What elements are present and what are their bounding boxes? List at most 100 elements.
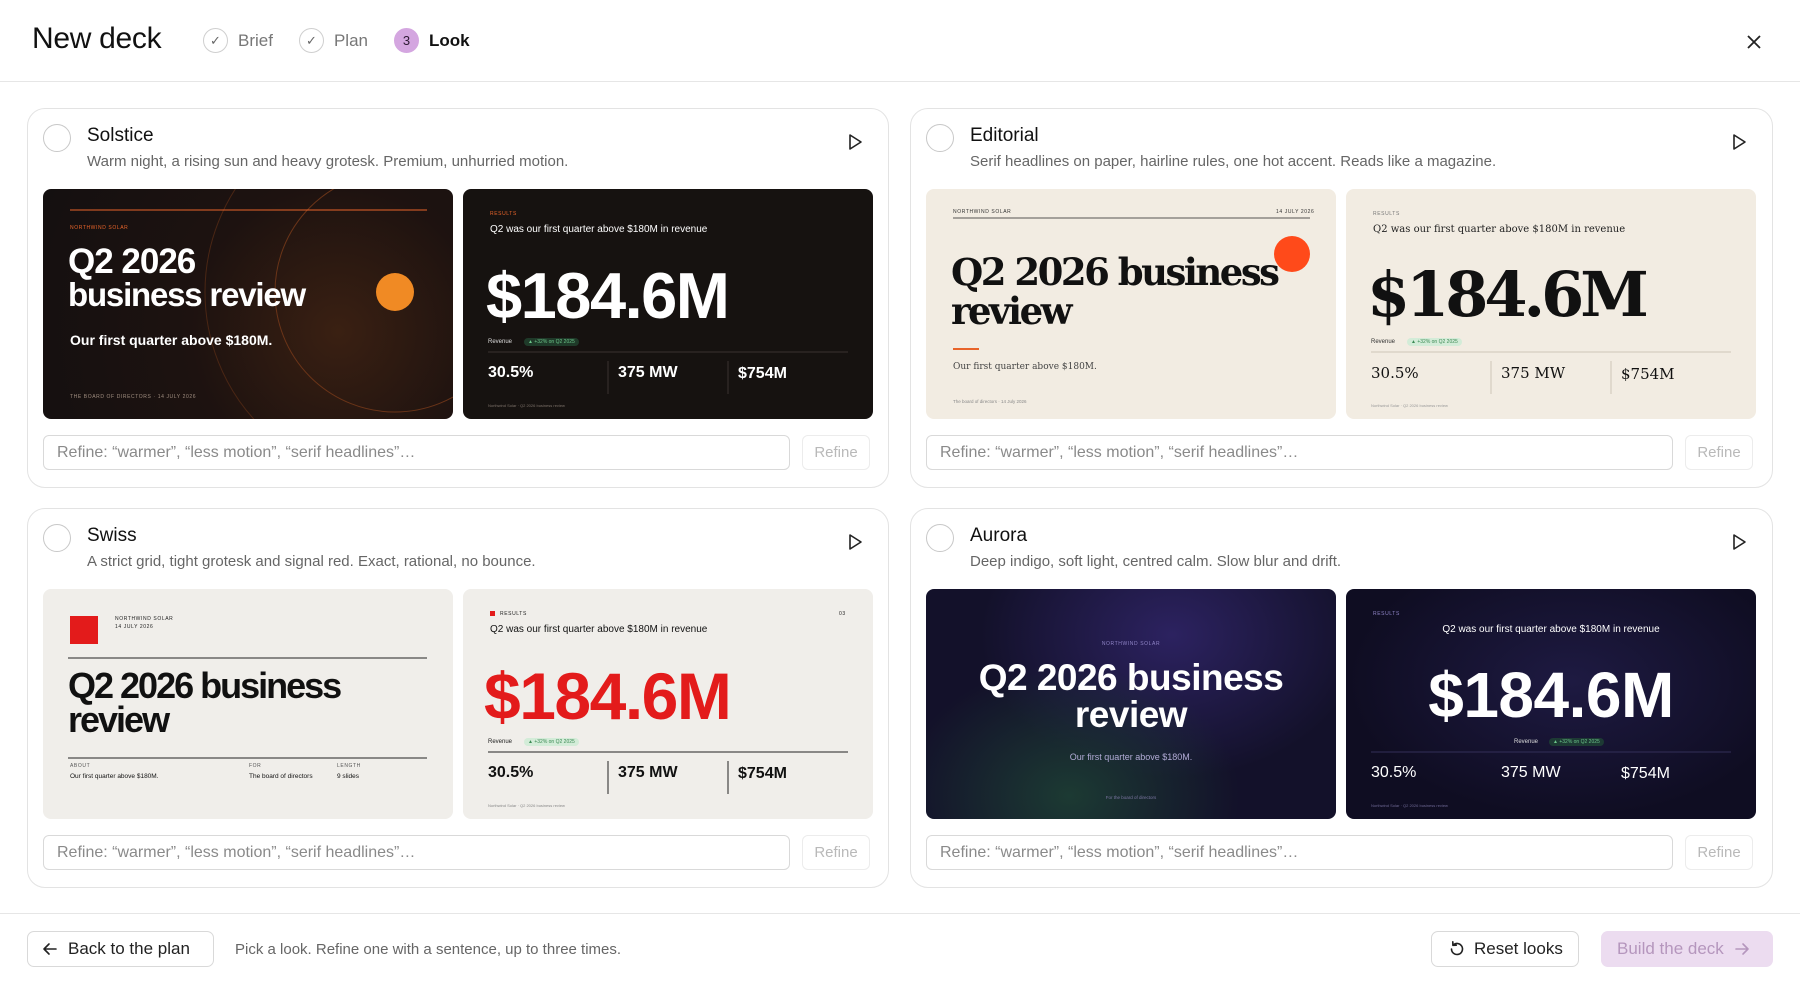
- slide-footer: Northwind Solar · Q2 2026 business revie…: [1371, 803, 1448, 808]
- revenue-label: Revenue: [488, 739, 513, 745]
- metric-3: $754M: [1621, 365, 1675, 383]
- preview-title-slide: NORTHWIND SOLAR Q2 2026 business review …: [43, 189, 453, 419]
- reset-label: Reset looks: [1474, 939, 1563, 958]
- metric-3: $754M: [738, 365, 787, 382]
- look-name: Solstice: [87, 125, 154, 146]
- rules: [1371, 351, 1731, 394]
- slide-number: 03: [839, 611, 846, 617]
- step-brief[interactable]: ✓ Brief: [203, 28, 273, 53]
- step-label: Look: [429, 30, 470, 50]
- preview-results-slide: RESULTS Q2 was our first quarter above $…: [1346, 189, 1756, 419]
- slide-title: Q2 2026 business review: [68, 665, 342, 740]
- look-name: Aurora: [970, 525, 1028, 546]
- check-icon: ✓: [298, 28, 324, 53]
- play-icon[interactable]: [1730, 133, 1748, 151]
- headline: Q2 was our first quarter above $180M in …: [490, 624, 708, 635]
- for-value: The board of directors: [249, 773, 313, 780]
- for-label: FOR: [249, 763, 262, 769]
- look-name: Swiss: [87, 525, 137, 546]
- back-to-plan-button[interactable]: Back to the plan: [27, 931, 214, 967]
- metric-1: 30.5%: [488, 764, 534, 781]
- slide-title-1: Q2 2026 business: [951, 250, 1280, 294]
- look-description: Serif headlines on paper, hairline rules…: [970, 153, 1497, 170]
- slide-title: Q2 2026 business review: [978, 657, 1284, 735]
- slide-subtitle: Our first quarter above $180M.: [953, 362, 1097, 372]
- stepper: ✓ Brief ✓ Plan 3 Look: [203, 28, 470, 53]
- big-number: $184.6M: [484, 659, 732, 733]
- play-icon[interactable]: [1730, 533, 1748, 551]
- play-icon[interactable]: [846, 133, 864, 151]
- dialog-header: New deck ✓ Brief ✓ Plan 3 Look: [0, 0, 1800, 82]
- refine-input[interactable]: [43, 435, 790, 470]
- step-plan[interactable]: ✓ Plan: [298, 28, 368, 53]
- metric-2: 375 MW: [618, 764, 678, 781]
- arrow-right-icon: [1734, 943, 1749, 955]
- about-value: Our first quarter above $180M.: [70, 773, 159, 780]
- metric-1: 30.5%: [1371, 364, 1419, 382]
- company-label: NORTHWIND SOLAR: [1101, 641, 1161, 647]
- preview-title-slide: NORTHWIND SOLAR 14 JULY 2026 Q2 2026 bus…: [43, 589, 453, 819]
- look-card-aurora[interactable]: Aurora Deep indigo, soft light, centred …: [910, 508, 1773, 888]
- look-card-swiss[interactable]: Swiss A strict grid, tight grotesk and s…: [27, 508, 889, 888]
- look-description: Warm night, a rising sun and heavy grote…: [87, 153, 569, 170]
- step-look[interactable]: 3 Look: [394, 28, 470, 53]
- play-icon[interactable]: [846, 533, 864, 551]
- metric-3: $754M: [1621, 765, 1670, 782]
- length-label: LENGTH: [337, 763, 361, 769]
- look-radio[interactable]: [926, 524, 954, 552]
- refine-button[interactable]: Refine: [1685, 435, 1753, 470]
- step-number: 3: [394, 28, 419, 53]
- about-label: ABOUT: [70, 763, 91, 769]
- look-radio[interactable]: [926, 124, 954, 152]
- refine-input[interactable]: [926, 835, 1673, 870]
- build-label: Build the deck: [1617, 939, 1724, 958]
- reset-looks-button[interactable]: Reset looks: [1431, 931, 1579, 967]
- slide-footer: For the board of directors: [1105, 795, 1157, 800]
- rules: [488, 351, 848, 394]
- build-deck-button[interactable]: Build the deck: [1601, 931, 1773, 967]
- preview-title-slide: NORTHWIND SOLAR Q2 2026 business review …: [926, 589, 1336, 819]
- slide-title-1: Q2 2026: [68, 242, 196, 281]
- refine-button[interactable]: Refine: [1685, 835, 1753, 870]
- metric-1: 30.5%: [488, 364, 534, 381]
- look-card-editorial[interactable]: Editorial Serif headlines on paper, hair…: [910, 108, 1773, 488]
- metric-2: 375 MW: [618, 364, 678, 381]
- preview-title-slide: NORTHWIND SOLAR 14 JULY 2026 Q2 2026 bus…: [926, 189, 1336, 419]
- reset-icon: [1450, 941, 1464, 956]
- refine-input[interactable]: [43, 835, 790, 870]
- footer-hint: Pick a look. Refine one with a sentence,…: [235, 941, 622, 958]
- check-icon: ✓: [203, 28, 228, 53]
- slide-title-2: business review: [68, 276, 306, 313]
- step-label: Plan: [333, 30, 368, 50]
- rules: [1371, 751, 1731, 753]
- look-radio[interactable]: [43, 524, 71, 552]
- date-label: 14 JULY 2026: [115, 624, 154, 630]
- company-label: NORTHWIND SOLAR: [115, 616, 174, 622]
- slide-subtitle: Our first quarter above $180M.: [1069, 752, 1193, 762]
- look-radio[interactable]: [43, 124, 71, 152]
- look-name: Editorial: [970, 125, 1039, 146]
- step-label: Brief: [238, 30, 273, 50]
- slide-footer: THE BOARD OF DIRECTORS · 14 JULY 2026: [70, 394, 197, 400]
- metric-2: 375 MW: [1501, 364, 1566, 382]
- dialog-title: New deck: [32, 22, 162, 55]
- refine-input[interactable]: [926, 435, 1673, 470]
- slide-footer: Northwind Solar · Q2 2026 business revie…: [488, 803, 565, 808]
- refine-button[interactable]: Refine: [802, 835, 870, 870]
- close-icon: [1747, 35, 1761, 49]
- metric-2: 375 MW: [1501, 764, 1561, 781]
- results-label: RESULTS: [500, 611, 527, 617]
- preview-results-slide: RESULTS 03 Q2 was our first quarter abov…: [463, 589, 873, 819]
- slide-subtitle: Our first quarter above $180M.: [70, 332, 273, 348]
- slide-footer: The board of directors · 14 July 2026: [953, 399, 1027, 404]
- metric-3: $754M: [738, 765, 787, 782]
- back-label: Back to the plan: [68, 939, 190, 958]
- close-button[interactable]: [1740, 28, 1768, 56]
- look-card-solstice[interactable]: Solstice Warm night, a rising sun and he…: [27, 108, 889, 488]
- refine-button[interactable]: Refine: [802, 435, 870, 470]
- slide-footer: Northwind Solar · Q2 2026 business revie…: [1371, 403, 1448, 408]
- dialog-footer: Back to the plan Pick a look. Refine one…: [0, 913, 1800, 981]
- revenue-badge: ▲ +32% on Q2 2025: [524, 738, 579, 746]
- company-label: NORTHWIND SOLAR: [70, 225, 129, 231]
- preview-results-slide: RESULTS Q2 was our first quarter above $…: [1346, 589, 1756, 819]
